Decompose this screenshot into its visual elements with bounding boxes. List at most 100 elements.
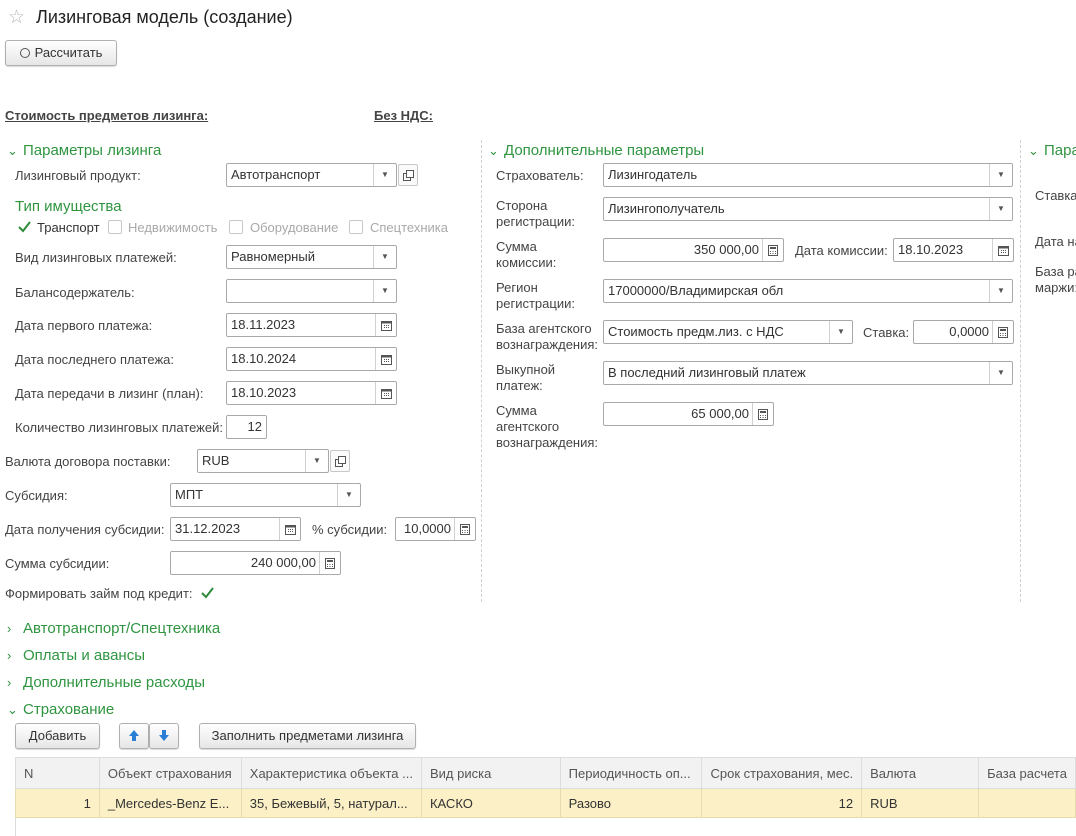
table-cell[interactable]: 1 xyxy=(15,788,100,818)
loan-checkbox[interactable] xyxy=(200,586,214,600)
calculate-button[interactable]: Рассчитать xyxy=(5,40,117,66)
column-header[interactable]: Валюта xyxy=(861,757,980,789)
subsidy-date-field[interactable]: 31.12.2023 xyxy=(170,517,301,541)
currency-field[interactable]: RUB ▼ xyxy=(197,449,329,473)
dropdown-arrow-icon[interactable]: ▼ xyxy=(305,450,328,472)
commission-field[interactable]: 350 000,00 xyxy=(603,238,784,262)
subsidy-date-label: Дата получения субсидии: xyxy=(5,522,165,537)
chevron-right-icon: › xyxy=(7,621,12,636)
dropdown-arrow-icon[interactable]: ▼ xyxy=(989,280,1012,302)
insurer-field[interactable]: Лизингодатель ▼ xyxy=(603,163,1013,187)
table-cell[interactable]: 35, Бежевый, 5, натурал... xyxy=(240,788,422,818)
column-header[interactable]: N xyxy=(15,757,100,789)
arrow-up-icon xyxy=(129,730,139,741)
section-expenses[interactable]: › Дополнительные расходы xyxy=(7,674,205,691)
page-title: Лизинговая модель (создание) xyxy=(36,7,293,27)
section-leasing-params[interactable]: ⌄ Параметры лизинга xyxy=(7,142,161,159)
move-up-button[interactable] xyxy=(119,723,149,749)
no-vat-label: Без НДС: xyxy=(374,108,434,123)
fill-from-items-button[interactable]: Заполнить предметами лизинга xyxy=(199,723,416,749)
section-third[interactable]: ⌄ Пара xyxy=(1028,142,1076,159)
subsidy-field[interactable]: МПТ ▼ xyxy=(170,483,361,507)
calendar-icon[interactable] xyxy=(375,348,396,370)
agent-sum-label: Сумма агентского вознаграждения: xyxy=(496,403,599,450)
rate-label: Ставка: xyxy=(863,325,910,340)
subsidy-pct-field[interactable]: 10,0000 xyxy=(395,517,476,541)
payments-count-field[interactable]: 12 xyxy=(226,415,267,439)
rate-field[interactable]: 0,0000 xyxy=(913,320,1014,344)
commission-date-field[interactable]: 18.10.2023 xyxy=(893,238,1014,262)
dropdown-arrow-icon[interactable]: ▼ xyxy=(373,280,396,302)
table-row[interactable]: 1 _Mercedes-Benz E... 35, Бежевый, 5, на… xyxy=(15,788,1076,818)
checkbox-equipment-label: Оборудование xyxy=(250,220,339,235)
section-vehicles[interactable]: › Автотранспорт/Спецтехника xyxy=(7,620,220,637)
calculator-icon[interactable] xyxy=(454,518,475,540)
checkbox-special xyxy=(349,220,363,234)
transfer-date-field[interactable]: 18.10.2023 xyxy=(226,381,397,405)
section-insurance[interactable]: ⌄ Страхование xyxy=(7,701,114,718)
payments-count-label: Количество лизинговых платежей: xyxy=(15,420,223,435)
calendar-icon[interactable] xyxy=(375,382,396,404)
open-icon[interactable] xyxy=(398,164,418,186)
region-field[interactable]: 17000000/Владимирская обл ▼ xyxy=(603,279,1013,303)
third-base-label-2: маржи: xyxy=(1035,280,1076,295)
star-icon[interactable]: ☆ xyxy=(8,6,25,29)
column-header[interactable]: Периодичность оп... xyxy=(559,757,703,789)
dropdown-arrow-icon[interactable]: ▼ xyxy=(373,246,396,268)
move-down-button[interactable] xyxy=(149,723,179,749)
agent-base-label: База агентского вознаграждения: xyxy=(496,321,599,352)
table-cell[interactable]: 12 xyxy=(701,788,863,818)
calculator-icon[interactable] xyxy=(992,321,1013,343)
column-header[interactable]: Объект страхования xyxy=(98,757,242,789)
table-cell[interactable]: Разово xyxy=(559,788,703,818)
checkbox-equipment xyxy=(229,220,243,234)
dropdown-arrow-icon[interactable]: ▼ xyxy=(989,362,1012,384)
payment-kind-field[interactable]: Равномерный ▼ xyxy=(226,245,397,269)
calculator-icon[interactable] xyxy=(762,239,783,261)
payment-kind-label: Вид лизинговых платежей: xyxy=(15,250,177,265)
reg-side-field[interactable]: Лизингополучатель ▼ xyxy=(603,197,1013,221)
dropdown-arrow-icon[interactable]: ▼ xyxy=(373,164,396,186)
column-header[interactable]: База расчета xyxy=(978,757,1076,789)
table-cell[interactable]: КАСКО xyxy=(420,788,561,818)
currency-value: RUB xyxy=(202,453,230,468)
rate-value: 0,0000 xyxy=(949,324,989,339)
table-cell[interactable]: _Mercedes-Benz E... xyxy=(98,788,242,818)
dropdown-arrow-icon[interactable]: ▼ xyxy=(989,198,1012,220)
product-field[interactable]: Автотранспорт ▼ xyxy=(226,163,397,187)
agent-sum-field[interactable]: 65 000,00 xyxy=(603,402,774,426)
first-payment-field[interactable]: 18.11.2023 xyxy=(226,313,397,337)
dropdown-arrow-icon[interactable]: ▼ xyxy=(337,484,360,506)
last-payment-value: 18.10.2024 xyxy=(231,351,297,366)
checkbox-transport[interactable] xyxy=(17,220,31,234)
add-button[interactable]: Добавить xyxy=(15,723,100,749)
reg-side-label: Сторона регистрации: xyxy=(496,198,575,229)
agent-base-field[interactable]: Стоимость предм.лиз. с НДС ▼ xyxy=(603,320,853,344)
calendar-icon[interactable] xyxy=(375,314,396,336)
product-label: Лизинговый продукт: xyxy=(15,168,141,183)
calculator-icon[interactable] xyxy=(752,403,773,425)
column-header[interactable]: Вид риска xyxy=(420,757,561,789)
open-icon[interactable] xyxy=(330,450,350,472)
section-payments[interactable]: › Оплаты и авансы xyxy=(7,647,145,664)
chevron-down-icon: ⌄ xyxy=(1028,143,1039,158)
section-title: Пара xyxy=(1044,142,1076,159)
last-payment-field[interactable]: 18.10.2024 xyxy=(226,347,397,371)
dropdown-arrow-icon[interactable]: ▼ xyxy=(829,321,852,343)
checkbox-realty-label: Недвижимость xyxy=(128,220,218,235)
payment-kind-value: Равномерный xyxy=(231,249,315,264)
section-extra-params[interactable]: ⌄ Дополнительные параметры xyxy=(488,142,704,159)
table-cell[interactable]: RUB xyxy=(861,788,980,818)
column-header[interactable]: Характеристика объекта ... xyxy=(240,757,422,789)
balance-holder-field[interactable]: ▼ xyxy=(226,279,397,303)
column-header[interactable]: Срок страхования, мес. xyxy=(701,757,863,789)
column-separator xyxy=(1020,140,1021,602)
calendar-icon[interactable] xyxy=(992,239,1013,261)
commission-label: Сумма комиссии: xyxy=(496,239,557,270)
calculator-icon[interactable] xyxy=(319,552,340,574)
dropdown-arrow-icon[interactable]: ▼ xyxy=(989,164,1012,186)
table-cell[interactable] xyxy=(978,788,1076,818)
buyout-field[interactable]: В последний лизинговый платеж ▼ xyxy=(603,361,1013,385)
subsidy-sum-field[interactable]: 240 000,00 xyxy=(170,551,341,575)
calendar-icon[interactable] xyxy=(279,518,300,540)
